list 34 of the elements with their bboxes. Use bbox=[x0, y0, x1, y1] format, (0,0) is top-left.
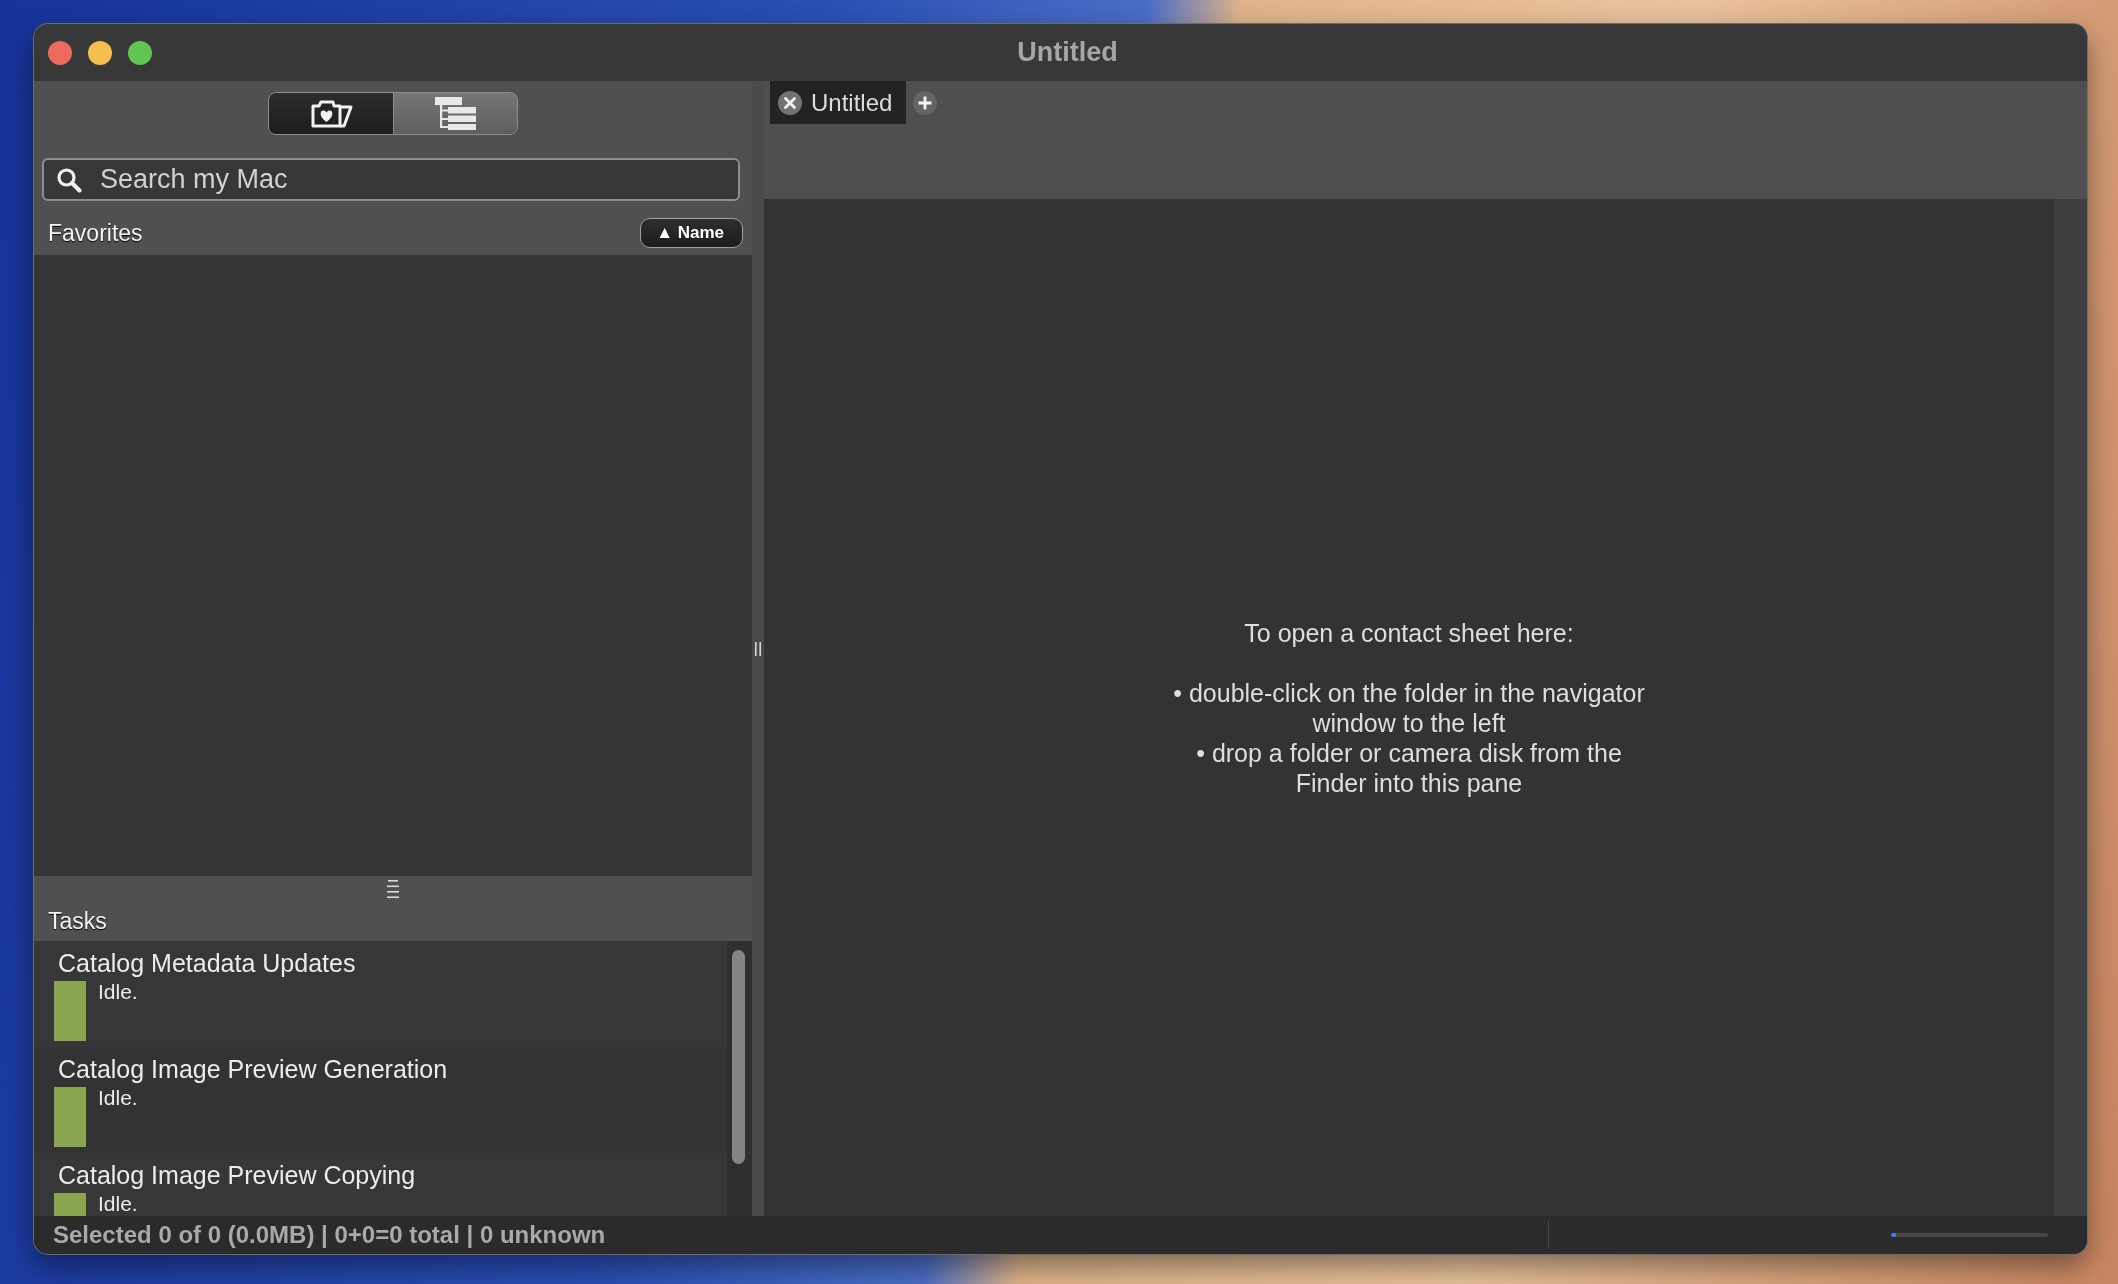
window-title: Untitled bbox=[1017, 37, 1118, 68]
section-title: Favorites bbox=[48, 219, 143, 247]
task-row[interactable]: Catalog Metadata Updates Idle. bbox=[34, 941, 727, 1047]
task-status: Idle. bbox=[98, 981, 138, 1005]
task-name: Catalog Image Preview Generation bbox=[57, 1055, 449, 1083]
close-window-icon[interactable] bbox=[48, 40, 72, 65]
instruction-heading: To open a contact sheet here: bbox=[1244, 617, 1574, 648]
scrollbar-thumb[interactable] bbox=[732, 950, 745, 1164]
add-tab-icon[interactable] bbox=[913, 91, 938, 115]
instruction-text: • drop a folder or camera disk from the Finder into this pane bbox=[1195, 737, 1623, 798]
search-icon bbox=[56, 167, 82, 193]
section-title: Tasks bbox=[48, 908, 107, 935]
splitter-grip-icon[interactable] bbox=[387, 880, 399, 898]
status-block-icon bbox=[54, 981, 86, 1041]
instruction-text: • double-click on the folder in the navigator window to the left bbox=[1172, 677, 1646, 738]
status-block-icon bbox=[54, 1087, 86, 1147]
task-row[interactable]: Catalog Image Preview Copying Idle. bbox=[34, 1153, 727, 1216]
splitter-grip-icon[interactable] bbox=[755, 641, 761, 656]
task-name: Catalog Metadata Updates bbox=[57, 949, 357, 977]
minimize-window-icon[interactable] bbox=[88, 40, 112, 65]
selection-summary: Selected 0 of 0 (0.0MB) | 0+0=0 total | 0 unknown bbox=[53, 1221, 606, 1249]
zoom-window-icon[interactable] bbox=[128, 40, 152, 65]
folder-heart-icon bbox=[309, 98, 353, 129]
tree-list-icon bbox=[435, 97, 476, 130]
document-tab[interactable]: Untitled bbox=[770, 81, 907, 124]
tab-label: Untitled bbox=[811, 88, 893, 117]
search-field[interactable]: Search my Mac bbox=[42, 158, 740, 201]
view-segment[interactable] bbox=[269, 93, 393, 134]
sort-button[interactable]: ▲ Name bbox=[640, 218, 743, 248]
task-status: Idle. bbox=[98, 1193, 138, 1216]
close-icon[interactable] bbox=[778, 90, 802, 115]
task-status: Idle. bbox=[98, 1087, 138, 1111]
task-name: Catalog Image Preview Copying bbox=[57, 1161, 417, 1189]
task-row[interactable]: Catalog Image Preview Generation Idle. bbox=[34, 1047, 727, 1153]
